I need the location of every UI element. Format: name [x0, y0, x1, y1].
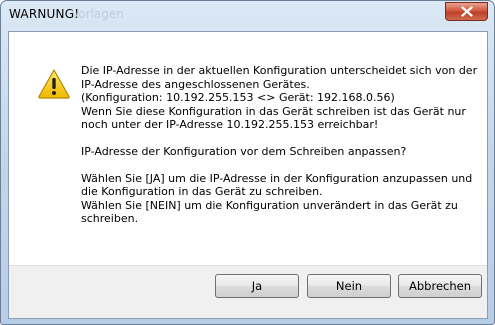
message-line: (Konfiguration: 10.192.255.153 <> Gerät:…: [81, 91, 395, 105]
message-line: Wenn Sie diese Konfiguration in das Gerä…: [81, 104, 466, 118]
dialog-body: Die IP-Adresse in der aktuellen Konfigur…: [8, 31, 488, 319]
message-line: Wählen Sie [JA] um die IP-Adresse in der…: [81, 171, 473, 185]
warning-triangle-icon: [38, 69, 70, 99]
cancel-button[interactable]: Abbrechen: [398, 274, 482, 298]
message-line: noch unter der IP-Adresse 10.192.255.153…: [81, 118, 379, 132]
window-title: WARNUNG!: [9, 7, 80, 21]
title-bar[interactable]: WARNUNG! Vorlagen: [1, 1, 494, 30]
yes-button[interactable]: Ja: [215, 274, 299, 298]
message-line: IP-Adresse der Konfiguration vor dem Sch…: [81, 144, 407, 158]
message-line: Die IP-Adresse in der aktuellen Konfigur…: [81, 64, 478, 77]
message-line: IP-Adresse des angeschlossenen Gerätes.: [81, 77, 310, 91]
button-bar: Ja Nein Abbrechen: [9, 265, 487, 318]
message-line: Wählen Sie [NEIN] um die Konfiguration u…: [81, 198, 458, 212]
warning-dialog: WARNUNG! Vorlagen Die IP-Adresse in der …: [0, 0, 495, 325]
close-button[interactable]: [445, 2, 488, 21]
message-line: schreiben.: [81, 212, 139, 226]
close-icon: [461, 6, 473, 17]
no-button[interactable]: Nein: [307, 274, 391, 298]
message-line: die Konfiguration in das Gerät zu schrei…: [81, 185, 323, 199]
message-text: Die IP-Adresse in der aktuellen Konfigur…: [81, 64, 481, 226]
background-window-title: Vorlagen: [71, 7, 124, 21]
